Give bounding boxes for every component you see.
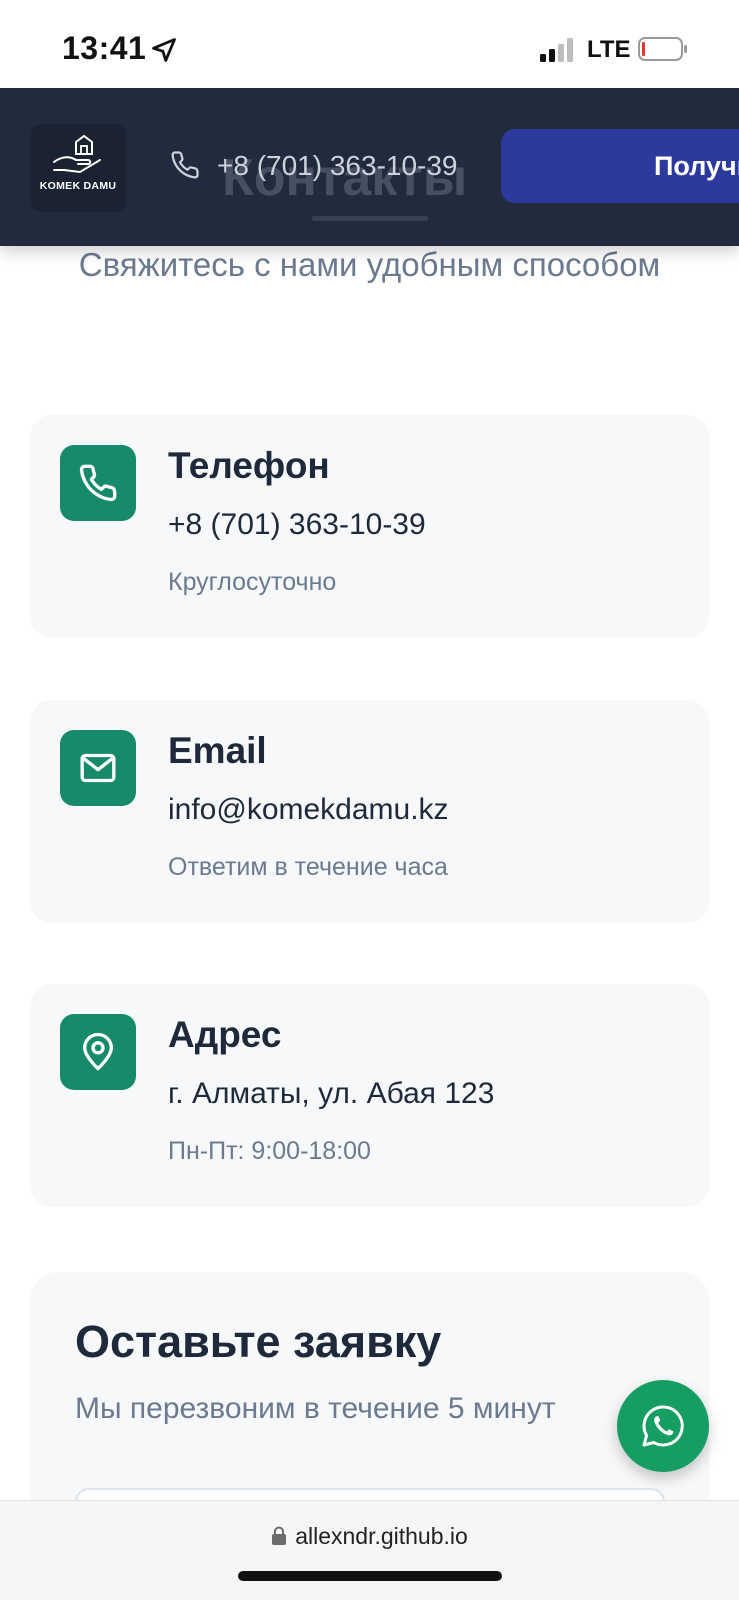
url-display[interactable]: allexndr.github.io [0, 1523, 739, 1550]
card-note: Круглосуточно [168, 568, 337, 596]
phone-icon [79, 464, 117, 502]
get-consultation-button[interactable]: Получить [501, 129, 739, 203]
location-arrow-icon [152, 38, 176, 62]
card-title: Телефон [168, 445, 330, 486]
logo-text: KOMEK DAMU [39, 180, 117, 192]
whatsapp-button[interactable] [617, 1380, 709, 1472]
home-indicator[interactable] [238, 1571, 502, 1581]
mail-icon [80, 753, 116, 783]
header-phone-link[interactable]: +8 (701) 363-10-39 [217, 150, 458, 182]
card-icon-box [60, 1014, 136, 1090]
email-link[interactable]: info@komekdamu.kz [168, 793, 449, 827]
map-pin-icon [83, 1032, 114, 1071]
logo[interactable]: KOMEK DAMU [30, 124, 126, 212]
signal-bars-icon [540, 38, 573, 62]
card-note: Пн-Пт: 9:00-18:00 [168, 1137, 371, 1165]
form-title: Оставьте заявку [75, 1316, 442, 1367]
phone-link[interactable]: +8 (701) 363-10-39 [168, 508, 426, 542]
card-title: Адрес [168, 1014, 282, 1055]
card-note: Ответим в течение часа [168, 853, 448, 881]
section-subtitle: Свяжитесь с нами удобным способом [78, 246, 661, 283]
page: 13:41 LTE Контакты KOMEK DAMU +8 (701) 3… [0, 0, 739, 1600]
cta-label: Получить [654, 151, 739, 181]
browser-address-bar[interactable]: allexndr.github.io [0, 1500, 739, 1600]
card-title: Email [168, 730, 267, 771]
lock-icon [272, 1526, 287, 1545]
whatsapp-icon [642, 1405, 684, 1447]
phone-icon [171, 151, 199, 179]
form-subtitle: Мы перезвоним в течение 5 минут [75, 1392, 556, 1425]
contact-card-phone: Телефон +8 (701) 363-10-39 Круглосуточно [30, 415, 709, 638]
url-text: allexndr.github.io [295, 1523, 468, 1549]
card-icon-box [60, 445, 136, 521]
status-bar: 13:41 LTE [0, 0, 739, 88]
title-underline [312, 216, 428, 221]
battery-low-icon [638, 37, 687, 61]
contact-card-address: Адрес г. Алматы, ул. Абая 123 Пн-Пт: 9:0… [30, 984, 709, 1207]
card-icon-box [60, 730, 136, 806]
contact-card-email: Email info@komekdamu.kz Ответим в течени… [30, 700, 709, 923]
status-time: 13:41 [62, 30, 147, 66]
address-text: г. Алматы, ул. Абая 123 [168, 1077, 495, 1110]
network-type: LTE [587, 36, 631, 63]
house-in-hand-icon [53, 134, 101, 174]
site-header: Контакты KOMEK DAMU +8 (701) 363-10-39 П… [0, 88, 739, 246]
